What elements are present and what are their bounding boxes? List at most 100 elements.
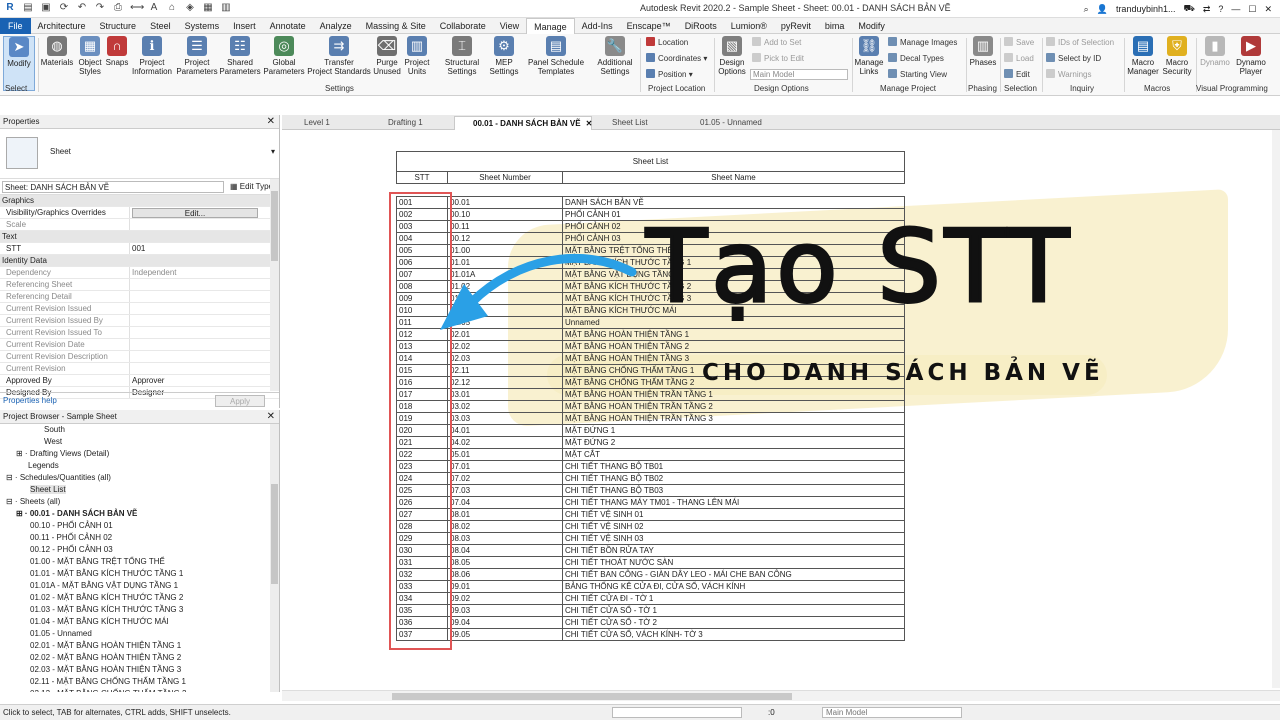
sheet-name-cell[interactable]: CHI TIẾT CỬA SỔ - TỜ 1 xyxy=(563,605,904,616)
table-row[interactable]: 032 08.06 CHI TIẾT BAN CÔNG - GIÀN DÂY LEO… xyxy=(397,569,904,581)
sync-icon[interactable]: ⟳ xyxy=(58,2,70,14)
sheet-name-cell[interactable]: MẶT ĐỨNG 2 xyxy=(563,437,904,448)
table-row[interactable]: 033 09.01 BẢNG THỐNG KÊ CỬA ĐI, CỬA SỔ, VÁ… xyxy=(397,581,904,593)
close-icon[interactable]: ✕ xyxy=(267,115,275,129)
sheet-name-cell[interactable]: MẶT ĐỨNG 1 xyxy=(563,425,904,436)
close-icon[interactable]: ✕ xyxy=(267,410,275,424)
sheet-name-cell[interactable]: CHI TIẾT THANG BỘ TB01 xyxy=(563,461,904,472)
purge-unused-button[interactable]: ⌫ Purge Unused xyxy=(372,36,402,76)
table-row[interactable]: 035 09.03 CHI TIẾT CỬA SỔ - TỜ 1 xyxy=(397,605,904,617)
sheet-name-cell[interactable]: CHI TIẾT BỒN RỬA TAY xyxy=(563,545,904,556)
browser-item[interactable]: 01.05 - Unnamed xyxy=(0,628,279,640)
close-hidden-icon[interactable]: ▦ xyxy=(202,2,214,14)
sheet-number-cell[interactable]: 02.12 xyxy=(448,377,563,388)
dynamo-button[interactable]: ▮ Dynamo xyxy=(1198,36,1232,67)
sheet-name-cell[interactable]: CHI TIẾT VỆ SINH 02 xyxy=(563,521,904,532)
edit-type-button[interactable]: ▦ Edit Type xyxy=(230,182,273,191)
sheet-name-cell[interactable]: CHI TIẾT THOÁT NƯỚC SÀN xyxy=(563,557,904,568)
sheet-number-cell[interactable]: 02.11 xyxy=(448,365,563,376)
property-value[interactable]: Edit... xyxy=(130,207,279,218)
property-value[interactable] xyxy=(130,291,279,302)
browser-item[interactable]: 01.03 - MẶT BẰNG KÍCH THƯỚC TẦNG 3 xyxy=(0,604,279,616)
browser-item[interactable]: West xyxy=(0,436,279,448)
location-button[interactable]: Location xyxy=(646,37,688,49)
user-icon[interactable]: 👤 xyxy=(1097,4,1108,15)
table-row[interactable]: 037 09.05 CHI TIẾT CỬA SỔ, VÁCH KÍNH- TỜ 3 xyxy=(397,629,904,641)
coordinates-button[interactable]: Coordinates ▾ xyxy=(646,53,707,65)
position-button[interactable]: Position ▾ xyxy=(646,69,693,81)
browser-item[interactable]: 02.01 - MẶT BẰNG HOÀN THIỆN TẦNG 1 xyxy=(0,640,279,652)
switch-windows-icon[interactable]: ▥ xyxy=(220,2,232,14)
decal-types-button[interactable]: Decal Types xyxy=(888,53,944,65)
tab-insert[interactable]: Insert xyxy=(226,18,263,34)
table-row[interactable]: 021 04.02 MẶT ĐỨNG 2 xyxy=(397,437,904,449)
sheet-name-cell[interactable]: CHI TIẾT CỬA ĐI - TỜ 1 xyxy=(563,593,904,604)
warnings-button[interactable]: Warnings xyxy=(1046,69,1092,81)
tab-diroots[interactable]: DiRoots xyxy=(678,18,724,34)
browser-item[interactable]: ⊞ · Drafting Views (Detail) xyxy=(0,448,279,460)
browser-item[interactable]: Legends xyxy=(0,460,279,472)
table-row[interactable]: 019 03.03 MẶT BẰNG HOÀN THIỆN TRẦN TẦNG 3 xyxy=(397,413,904,425)
type-selector[interactable]: Sheet ▾ xyxy=(0,129,279,179)
open-icon[interactable]: ▤ xyxy=(22,2,34,14)
modify-button[interactable]: ➤ Modify xyxy=(3,36,35,91)
maximize-icon[interactable]: ☐ xyxy=(1248,4,1256,15)
table-row[interactable]: 025 07.03 CHI TIẾT THANG BỘ TB03 xyxy=(397,485,904,497)
browser-scrollbar[interactable] xyxy=(270,424,279,692)
properties-scrollbar[interactable] xyxy=(270,179,279,391)
section-icon[interactable]: ◈ xyxy=(184,2,196,14)
manage-images-button[interactable]: Manage Images xyxy=(888,37,957,49)
design-option-status[interactable]: Main Model xyxy=(822,707,962,718)
panel-schedule-templates-button[interactable]: ▤ Panel Schedule Templates xyxy=(524,36,588,76)
sheet-name-cell[interactable]: CHI TIẾT THANG BỘ TB02 xyxy=(563,473,904,484)
3d-view-icon[interactable]: ⌂ xyxy=(166,2,178,14)
sheet-name-cell[interactable]: CHI TIẾT THANG BỘ TB03 xyxy=(563,485,904,496)
close-icon[interactable]: ✕ xyxy=(586,119,593,128)
table-row[interactable]: 031 08.05 CHI TIẾT THOÁT NƯỚC SÀN xyxy=(397,557,904,569)
sheet-number-cell[interactable]: 08.04 xyxy=(448,545,563,556)
sheet-name-cell[interactable]: CHI TIẾT CỬA SỔ - TỜ 2 xyxy=(563,617,904,628)
sheet-number-cell[interactable]: 00.01 xyxy=(448,197,563,208)
browser-item[interactable]: ⊞ · 00.01 - DANH SÁCH BẢN VẼ xyxy=(0,508,279,520)
view-tab-sheet-00-01[interactable]: 00.01 - DANH SÁCH BẢN VẼ ✕ xyxy=(454,116,592,130)
macro-manager-button[interactable]: ▤ Macro Manager xyxy=(1126,36,1160,76)
properties-help-link[interactable]: Properties help xyxy=(3,396,57,405)
property-value[interactable] xyxy=(130,303,279,314)
sheet-number-cell[interactable]: 09.03 xyxy=(448,605,563,616)
table-row[interactable]: 027 08.01 CHI TIẾT VỆ SINH 01 xyxy=(397,509,904,521)
property-value[interactable]: Approver xyxy=(130,375,279,386)
cart-icon[interactable]: ⛟ xyxy=(1183,3,1194,15)
user-name[interactable]: tranduybinh1... xyxy=(1116,4,1176,14)
property-value[interactable]: 001 xyxy=(130,243,279,254)
tab-systems[interactable]: Systems xyxy=(178,18,227,34)
sheet-number-cell[interactable]: 08.05 xyxy=(448,557,563,568)
tab-massing-site[interactable]: Massing & Site xyxy=(359,18,433,34)
tab-lumion[interactable]: Lumion® xyxy=(724,18,774,34)
design-option-combo[interactable]: Main Model xyxy=(750,69,848,80)
ids-of-selection-button[interactable]: IDs of Selection xyxy=(1046,37,1114,49)
browser-item[interactable]: 02.03 - MẶT BẰNG HOÀN THIỆN TẦNG 3 xyxy=(0,664,279,676)
undo-icon[interactable]: ↶ xyxy=(76,2,88,14)
table-row[interactable]: 034 09.02 CHI TIẾT CỬA ĐI - TỜ 1 xyxy=(397,593,904,605)
property-value[interactable] xyxy=(130,351,279,362)
table-row[interactable]: 036 09.04 CHI TIẾT CỬA SỔ - TỜ 2 xyxy=(397,617,904,629)
table-row[interactable]: 028 08.02 CHI TIẾT VỆ SINH 02 xyxy=(397,521,904,533)
tab-view[interactable]: View xyxy=(493,18,526,34)
table-row[interactable]: 022 05.01 MẶT CẮT xyxy=(397,449,904,461)
pick-to-edit-button[interactable]: Pick to Edit xyxy=(752,53,804,65)
sheet-name-cell[interactable]: MẶT BẰNG HOÀN THIỆN TRẦN TẦNG 1 xyxy=(563,389,904,400)
browser-item[interactable]: 02.02 - MẶT BẰNG HOÀN THIỆN TẦNG 2 xyxy=(0,652,279,664)
table-row[interactable]: 029 08.03 CHI TIẾT VỆ SINH 03 xyxy=(397,533,904,545)
property-value[interactable]: Independent xyxy=(130,267,279,278)
tab-steel[interactable]: Steel xyxy=(143,18,178,34)
tab-collaborate[interactable]: Collaborate xyxy=(433,18,493,34)
sheet-number-cell[interactable]: 07.02 xyxy=(448,473,563,484)
property-group[interactable]: Identity Data xyxy=(0,255,279,267)
design-options-button[interactable]: ▧ Design Options xyxy=(716,36,748,76)
minimize-icon[interactable]: — xyxy=(1231,4,1240,14)
tab-structure[interactable]: Structure xyxy=(93,18,144,34)
browser-item[interactable]: 00.12 - PHỐI CẢNH 03 xyxy=(0,544,279,556)
browser-item[interactable]: 01.00 - MẶT BẰNG TRỆT TỔNG THỂ xyxy=(0,556,279,568)
select-by-id-button[interactable]: Select by ID xyxy=(1046,53,1101,65)
starting-view-button[interactable]: Starting View xyxy=(888,69,947,81)
